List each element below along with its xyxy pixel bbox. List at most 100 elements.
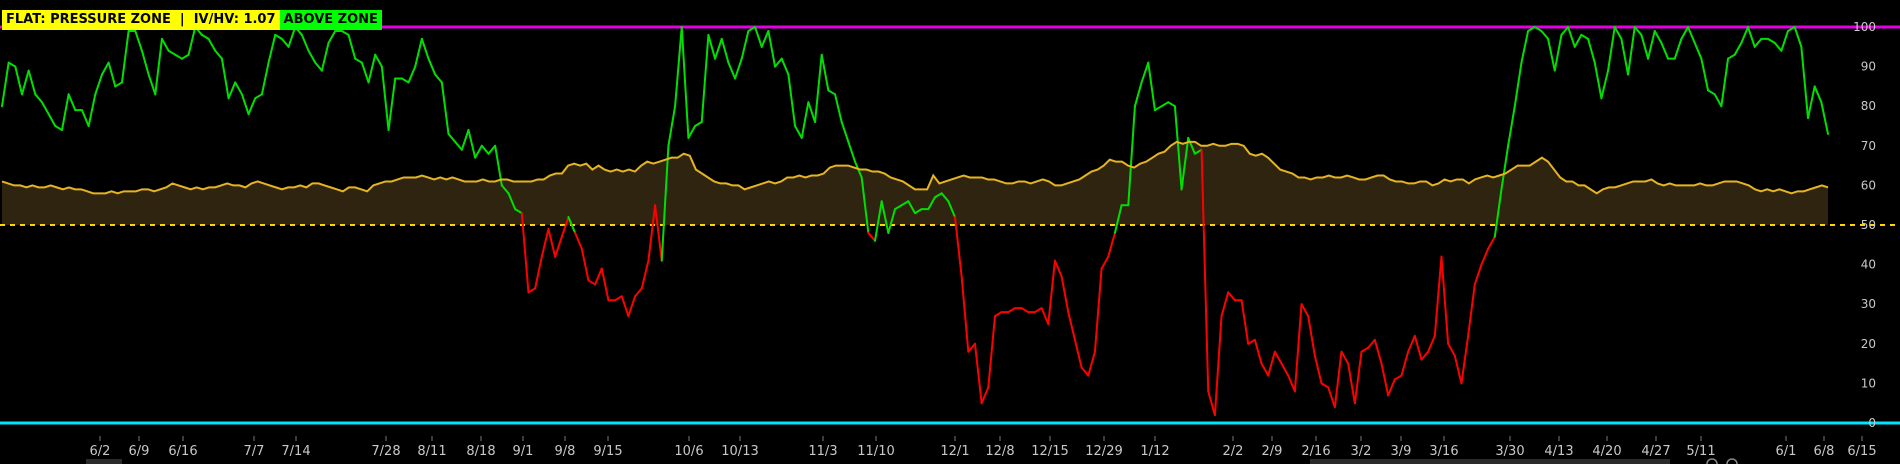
oscillator-segment [960, 275, 970, 353]
oscillator-segment [1280, 362, 1290, 377]
y-tick-label: 10 [1861, 376, 1876, 390]
x-tick-label: 3/30 [1495, 444, 1524, 459]
x-tick-label: 11/10 [857, 444, 894, 459]
oscillator-segment [1473, 263, 1483, 286]
x-tick-label: 2/16 [1301, 444, 1330, 459]
oscillator-segment [1340, 350, 1350, 365]
oscillator-segment [1213, 315, 1223, 417]
oscillator-segment [67, 93, 77, 112]
oscillator-segment [1220, 291, 1230, 318]
oscillator-segment [1740, 26, 1750, 44]
x-axis-ticks: 6/2 6/9 6/16 7/7 7/14 7/28 8/11 8/18 9/1 9/8 9/15 1… [90, 436, 1877, 459]
oscillator-segment [640, 259, 650, 290]
x-tick-label: 7/7 [244, 444, 265, 459]
x-tick-label: 9/15 [593, 444, 622, 459]
oscillator-segment [40, 101, 50, 116]
oscillator-segment [14, 65, 23, 96]
x-tick-label: 3/16 [1429, 444, 1458, 459]
oscillator-segment [1433, 255, 1443, 337]
oscillator-segment [1780, 29, 1790, 52]
oscillator-segment [580, 247, 590, 282]
oscillator-segment [1647, 29, 1656, 60]
oscillator-segment [594, 267, 603, 286]
oscillator-segment [1107, 231, 1116, 258]
x-tick-label: 8/11 [417, 444, 446, 459]
oscillator-segment [1707, 89, 1716, 96]
zoom-out-icon[interactable] [1706, 458, 1718, 464]
oscillator-segment [1687, 26, 1696, 44]
oscillator-segment [94, 73, 103, 96]
oscillator-segment [54, 125, 63, 131]
oscillator-segment [1773, 41, 1783, 52]
oscillator-segment [27, 69, 37, 96]
oscillator-segment [1100, 255, 1110, 270]
oscillator-segment [254, 93, 263, 100]
oscillator-segment [440, 81, 450, 135]
x-tick-label: 9/1 [513, 444, 534, 459]
oscillator-segment [807, 101, 817, 124]
oscillator-segment [420, 37, 430, 60]
oscillator-segment [1820, 101, 1829, 135]
oscillator-segment [154, 37, 163, 96]
y-tick-label: 50 [1861, 218, 1876, 232]
oscillator-segment [427, 57, 437, 76]
oscillator-segment [1327, 386, 1336, 409]
x-tick-label: 11/3 [808, 444, 837, 459]
oscillator-segment [1680, 26, 1690, 40]
x-tick-label: 5/11 [1686, 444, 1715, 459]
oscillator-segment [700, 33, 710, 124]
y-tick-label: 80 [1861, 99, 1876, 113]
oscillator-segment [727, 61, 737, 80]
oscillator-segment [327, 29, 337, 44]
y-tick-label: 70 [1861, 139, 1876, 153]
oscillator-segment [767, 29, 777, 68]
oscillator-segment [1600, 69, 1610, 100]
scrollbar-left[interactable] [86, 459, 122, 464]
oscillator-segment [1813, 85, 1823, 104]
oscillator-segment [574, 231, 583, 250]
oscillator-segment [1747, 26, 1756, 48]
oscillator-segment [347, 33, 357, 60]
oscillator-segment [1060, 275, 1070, 314]
oscillator-segment [1393, 374, 1403, 381]
oscillator-segment [1253, 338, 1263, 365]
x-tick-label: 1/12 [1140, 444, 1169, 459]
oscillator-segment [1087, 350, 1096, 377]
x-tick-label: 6/16 [168, 444, 197, 459]
y-axis-ticks: 0 10 20 30 40 50 60 70 80 90 100 [1853, 20, 1876, 430]
oscillator-segment [400, 77, 410, 84]
scrollbar-track[interactable] [1310, 459, 1670, 464]
oscillator-segment [1480, 247, 1490, 266]
oscillator-segment [374, 53, 383, 68]
oscillator-segment [260, 61, 270, 96]
oscillator-segment [1067, 311, 1076, 341]
oscillator-segment [687, 125, 697, 139]
oscillator-segment [7, 61, 17, 68]
oscillator-segment [480, 144, 490, 155]
oscillator-segment [1767, 37, 1776, 44]
y-tick-label: 20 [1861, 337, 1876, 351]
x-tick-label: 4/20 [1592, 444, 1621, 459]
zoom-in-icon[interactable] [1726, 458, 1738, 464]
oscillator-segment [200, 33, 210, 40]
oscillator-segment [274, 33, 283, 40]
oscillator-segment [534, 255, 543, 290]
x-tick-label: 2/2 [1223, 444, 1244, 459]
oscillator-segment [147, 73, 157, 96]
oscillator-segment [1700, 57, 1710, 92]
oscillator-segment [280, 37, 290, 48]
oscillator-segment [1440, 255, 1450, 345]
oscillator-segment [1413, 334, 1423, 361]
status-badges: FLAT: PRESSURE ZONE | IV/HV: 1.07 ABOVE … [2, 10, 382, 30]
oscillator-segment [1507, 105, 1516, 147]
oscillator-segment [1360, 346, 1370, 353]
oscillator-segment [787, 73, 797, 127]
oscillator-segment [1593, 61, 1603, 100]
oscillator-segment [214, 49, 223, 60]
oscillator-segment [694, 121, 703, 127]
oscillator-segment [1133, 81, 1143, 108]
oscillator-segment [1007, 307, 1016, 314]
oscillator-segment [1353, 350, 1363, 405]
oscillator-segment [454, 140, 463, 151]
x-tick-label: 6/2 [90, 444, 111, 459]
